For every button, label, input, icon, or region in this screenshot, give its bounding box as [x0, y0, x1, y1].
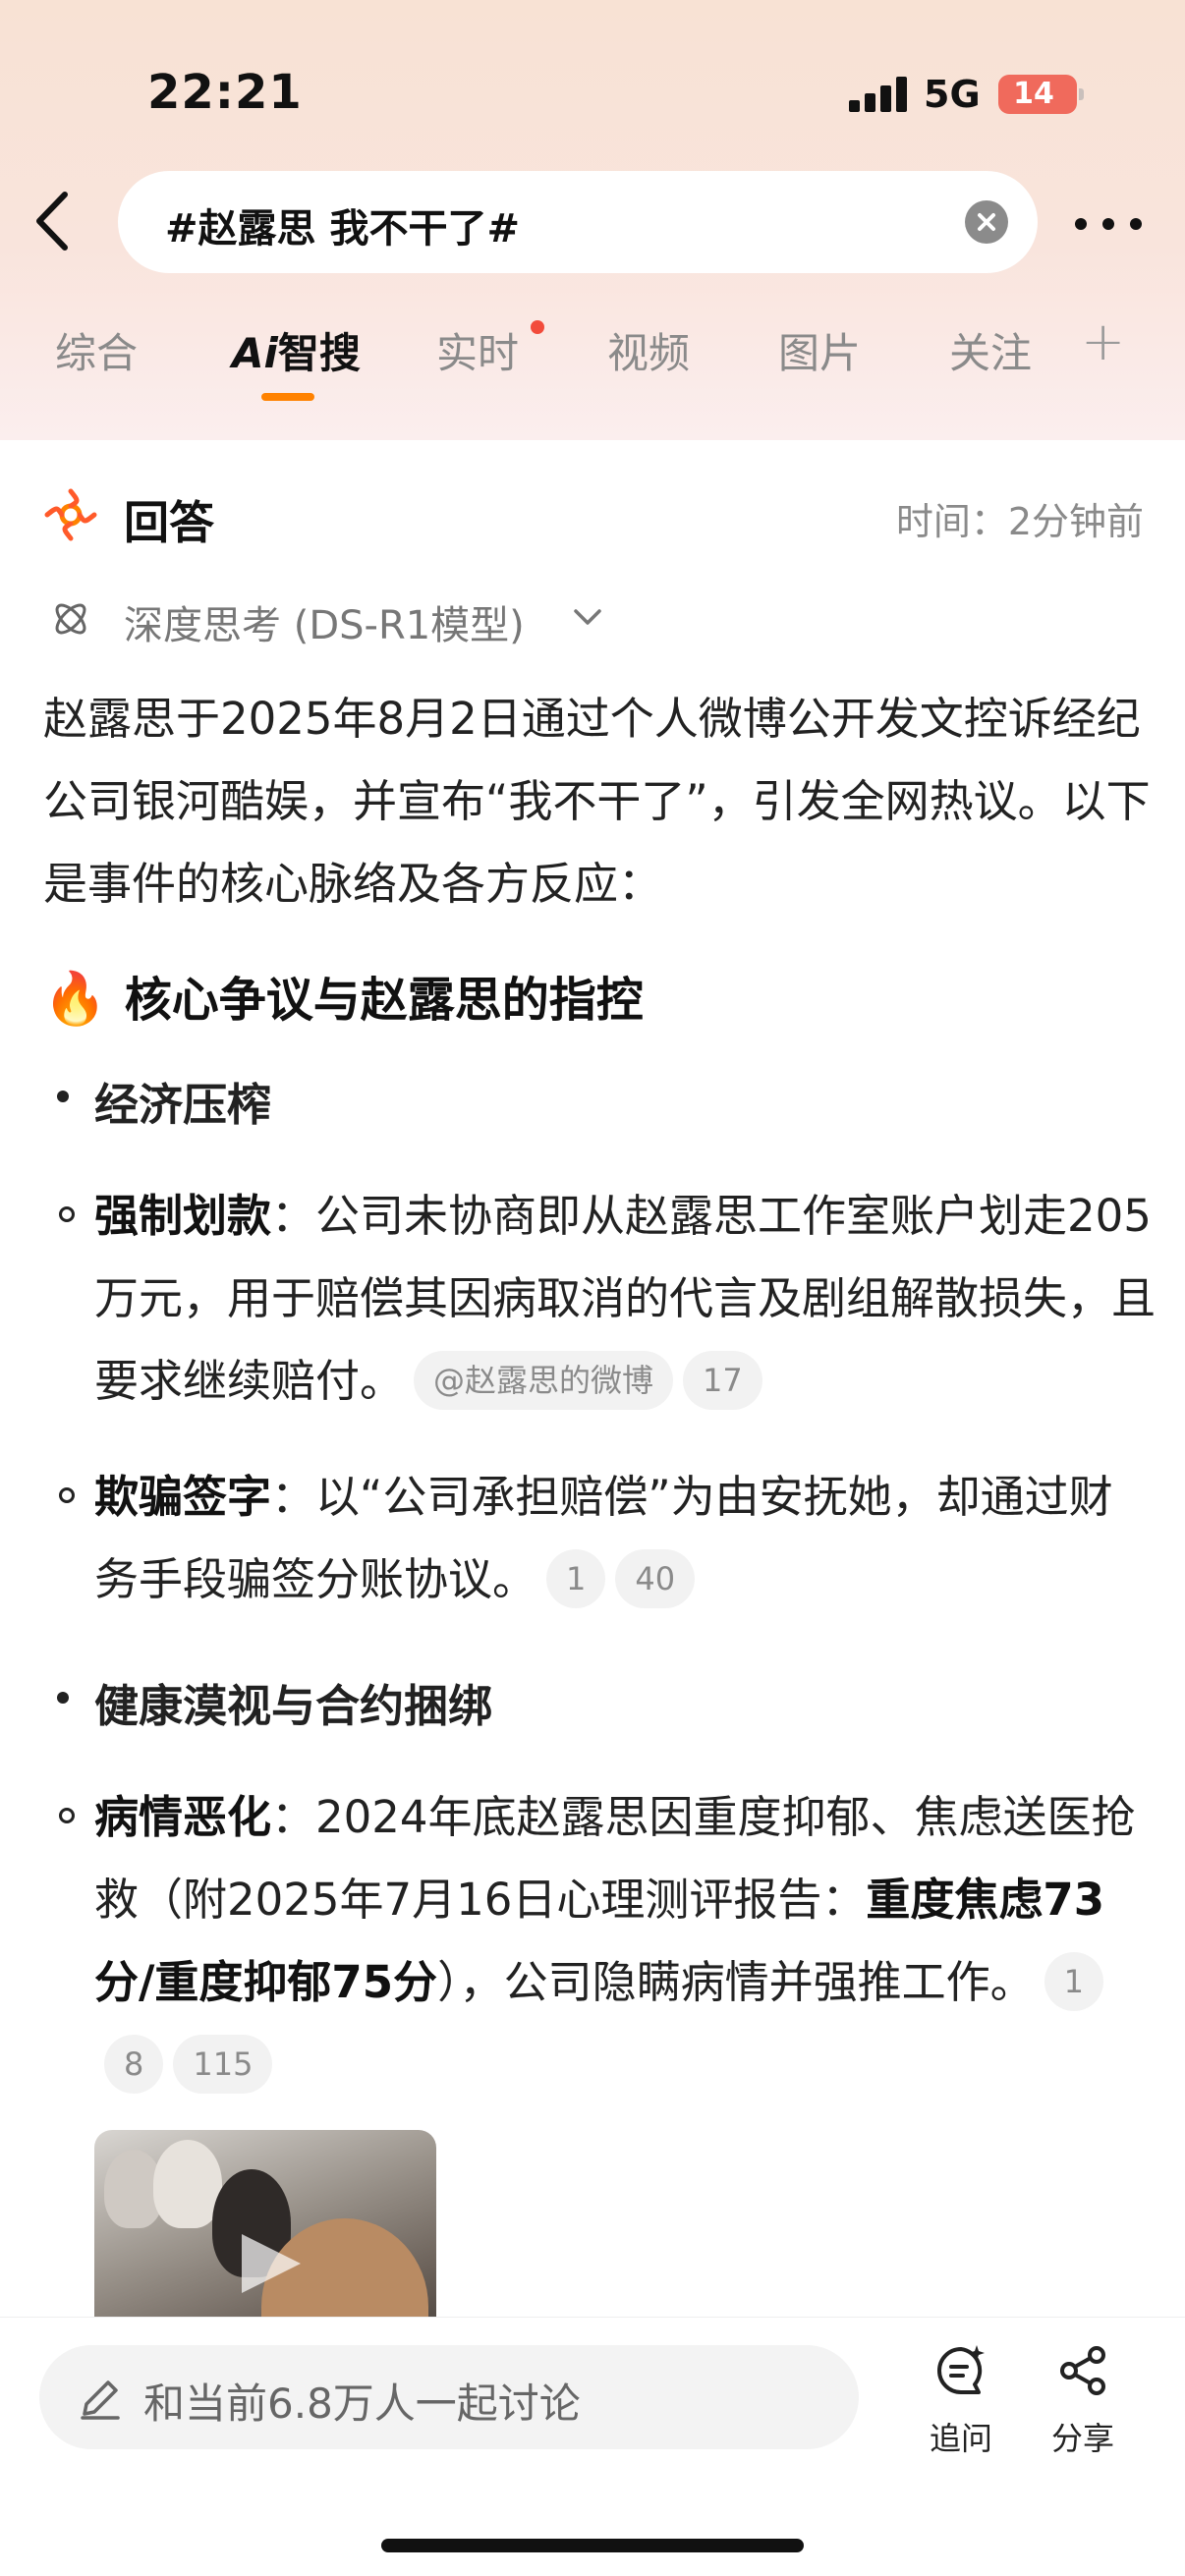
- search-bar[interactable]: #赵露思 我不干了#: [118, 171, 1038, 273]
- chat-add-icon: [937, 2345, 985, 2394]
- source-chip[interactable]: @赵露思的微博: [414, 1351, 674, 1410]
- tab-images[interactable]: 图片: [778, 320, 861, 380]
- share-label: 分享: [1050, 2420, 1114, 2457]
- clear-search-button[interactable]: [965, 200, 1008, 244]
- answer-intro: 赵露思于2025年8月2日通过个人微博公开发文控诉经纪公司银河酷娱，并宣布“我不…: [43, 693, 1151, 910]
- tab-realtime[interactable]: 实时: [436, 320, 519, 380]
- tab-following[interactable]: 关注: [949, 320, 1032, 380]
- bottom-bar: 和当前6.8万人一起讨论 追问 分享: [0, 2317, 1185, 2576]
- tab-video[interactable]: 视频: [607, 320, 690, 380]
- follow-up-label: 追问: [929, 2420, 992, 2457]
- list-item: 强制划款：公司未协商即从赵露思工作室账户划走205万元，用于赔偿其因病取消的代言…: [94, 1175, 1156, 1423]
- sub-bullet: [59, 1206, 75, 1222]
- tab-comprehensive[interactable]: 综合: [55, 320, 138, 380]
- add-tab-button[interactable]: +: [1081, 310, 1125, 372]
- battery-icon: 14: [998, 75, 1084, 114]
- status-time: 22:21: [147, 65, 303, 120]
- list-item: 病情恶化：2024年底赵露思因重度抑郁、焦虑送医抢救（附2025年7月16日心理…: [94, 1776, 1156, 2106]
- reference-chip[interactable]: 8: [104, 2035, 164, 2094]
- share-icon: [1060, 2346, 1105, 2395]
- follow-up-button[interactable]: 追问: [912, 2343, 1010, 2471]
- notification-dot: [531, 320, 544, 334]
- reference-chip[interactable]: 17: [683, 1351, 762, 1410]
- battery-level: 14: [1013, 77, 1054, 111]
- list-item: 欺骗签字：以“公司承担赔偿”为由安抚她，却通过财务手段骗签分账协议。 1 40: [94, 1456, 1156, 1621]
- bullet-dot: [57, 1692, 69, 1704]
- search-query[interactable]: #赵露思 我不干了#: [165, 196, 520, 253]
- section-heading-text: 核心争议与赵露思的指控: [124, 973, 644, 1028]
- atom-icon: [55, 603, 86, 635]
- active-tab-indicator: [261, 393, 314, 401]
- item-label: 欺骗签字: [94, 1471, 272, 1523]
- chevron-down-icon: [574, 609, 601, 625]
- section-heading: 🔥 核心争议与赵露思的指控: [43, 961, 644, 1030]
- item-label: 强制划款: [94, 1190, 272, 1242]
- item-label: 病情恶化: [94, 1791, 272, 1843]
- pencil-icon: [81, 2380, 120, 2420]
- reference-chip[interactable]: 1: [1044, 1952, 1103, 2011]
- signal-icon: [849, 77, 908, 112]
- answer-title: 回答: [124, 487, 214, 552]
- back-button[interactable]: [29, 187, 79, 255]
- reference-chip[interactable]: 1: [546, 1549, 606, 1608]
- tab-ai-search-label: 智搜: [277, 329, 361, 377]
- more-options-button[interactable]: [1075, 204, 1146, 244]
- ai-logo: Ai: [232, 329, 278, 377]
- network-type: 5G: [924, 73, 981, 116]
- answer-timestamp: 时间：2分钟前: [895, 500, 1144, 543]
- item-text: ），公司隐瞒病情并强推工作。: [437, 1956, 1035, 2008]
- reference-chip[interactable]: 40: [615, 1549, 696, 1608]
- close-icon: [978, 213, 995, 231]
- ai-answer-icon: [44, 488, 97, 541]
- bullet-heading: 健康漠视与合约捆绑: [94, 1680, 493, 1732]
- discussion-input[interactable]: 和当前6.8万人一起讨论: [39, 2345, 859, 2449]
- home-indicator[interactable]: [381, 2539, 804, 2552]
- fire-icon: 🔥: [43, 970, 107, 1029]
- sub-bullet: [59, 1487, 75, 1503]
- tab-ai-search[interactable]: Ai智搜: [232, 320, 361, 380]
- share-button[interactable]: 分享: [1034, 2343, 1132, 2471]
- discussion-placeholder: 和当前6.8万人一起讨论: [143, 2380, 581, 2428]
- deep-thinking-label: 深度思考 (DS-R1模型): [124, 603, 525, 648]
- bullet-heading: 经济压榨: [94, 1079, 272, 1131]
- sub-bullet: [59, 1808, 75, 1823]
- chevron-left-icon: [36, 192, 68, 251]
- bullet-dot: [57, 1091, 69, 1102]
- reference-chip[interactable]: 115: [173, 2035, 273, 2094]
